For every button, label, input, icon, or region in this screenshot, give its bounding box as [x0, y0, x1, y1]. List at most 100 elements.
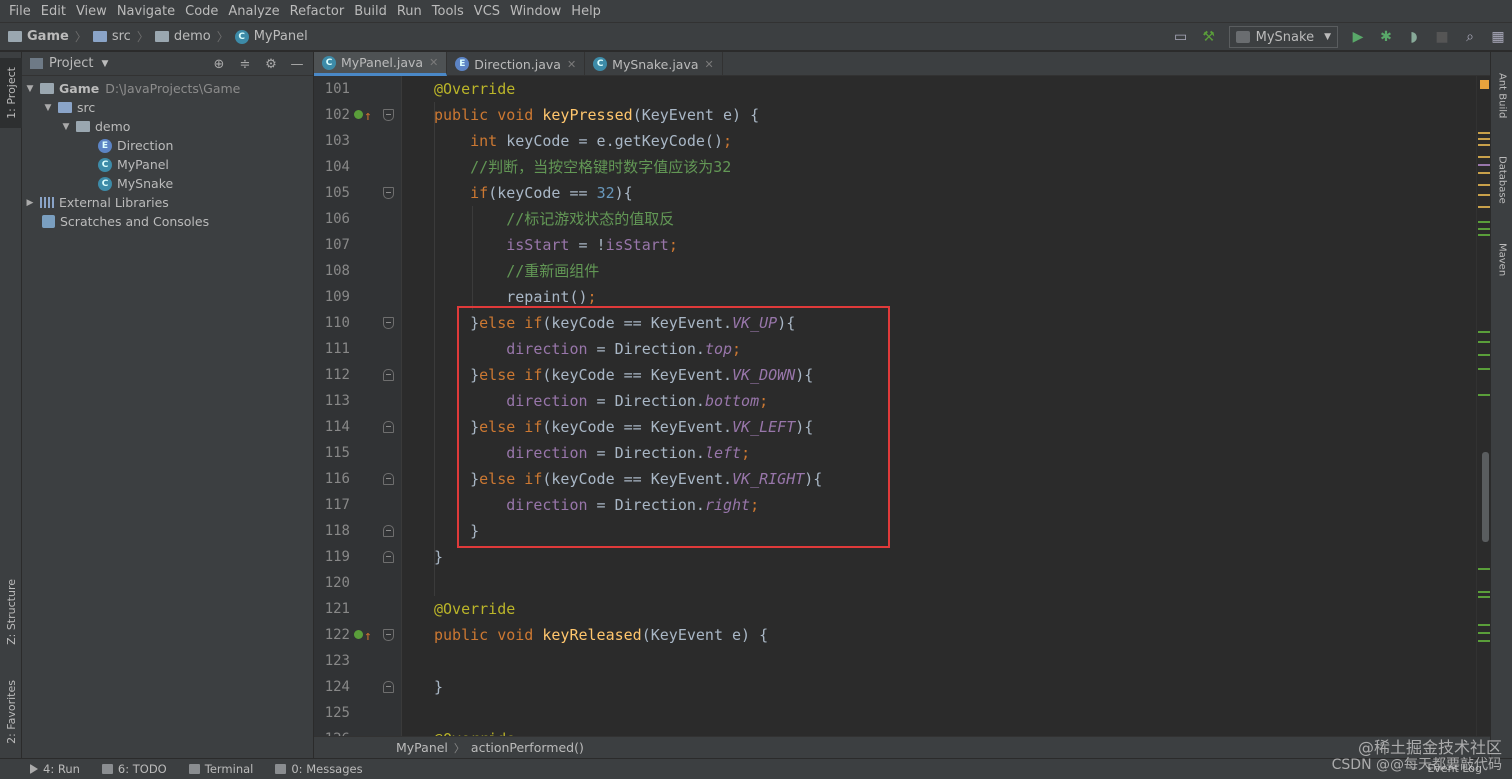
expand-arrow-icon[interactable]: ▼ [42, 103, 54, 113]
fold-icon[interactable] [383, 551, 394, 563]
tree-item-direction[interactable]: E Direction [22, 136, 313, 155]
error-stripe-mark[interactable] [1478, 164, 1490, 166]
tree-item-game[interactable]: ▼ Game D:\JavaProjects\Game [22, 79, 313, 98]
change-stripe-mark[interactable] [1478, 221, 1490, 223]
crumb-src[interactable]: src 〉 [92, 28, 149, 45]
run-tool-button[interactable]: 4: Run [30, 762, 80, 776]
error-stripe-mark[interactable] [1478, 156, 1490, 158]
run-icon[interactable]: ▶ [1347, 26, 1369, 48]
menu-refactor[interactable]: Refactor [285, 4, 350, 19]
fold-icon[interactable] [383, 681, 394, 693]
close-icon[interactable]: ✕ [567, 58, 576, 71]
terminal-tool-button[interactable]: Terminal [188, 762, 253, 776]
search-icon[interactable]: ⌕ [1459, 26, 1481, 48]
fold-icon[interactable] [383, 525, 394, 537]
close-icon[interactable]: ✕ [429, 56, 438, 69]
tree-item-demo[interactable]: ▼ demo [22, 117, 313, 136]
change-stripe-mark[interactable] [1478, 596, 1490, 598]
change-stripe-mark[interactable] [1478, 640, 1490, 642]
fold-icon[interactable] [383, 109, 394, 121]
expand-arrow-icon[interactable]: ▼ [24, 84, 36, 94]
implements-marker-icon[interactable] [354, 630, 363, 639]
error-stripe-mark[interactable] [1478, 132, 1490, 134]
change-stripe-mark[interactable] [1478, 368, 1490, 370]
scrollbar-thumb[interactable] [1482, 452, 1489, 542]
menu-vcs[interactable]: VCS [469, 4, 505, 19]
fold-icon[interactable] [383, 421, 394, 433]
error-stripe-mark[interactable] [1478, 172, 1490, 174]
tool-tab-favorites[interactable]: 2: Favorites [0, 672, 22, 752]
stop-icon[interactable]: ■ [1431, 26, 1453, 48]
build-hammer-icon[interactable]: ⚒ [1198, 26, 1220, 48]
breadcrumb-class[interactable]: MyPanel [396, 740, 448, 755]
change-stripe-mark[interactable] [1478, 591, 1490, 593]
crumb-package[interactable]: demo 〉 [154, 28, 229, 45]
crumb-file[interactable]: C MyPanel [234, 29, 308, 44]
tab-mysnake[interactable]: C MySnake.java ✕ [585, 52, 723, 76]
expand-arrow-icon[interactable]: ▼ [60, 122, 72, 132]
run-configuration-select[interactable]: MySnake ▼ [1228, 26, 1338, 48]
fold-icon[interactable] [383, 317, 394, 329]
change-stripe-mark[interactable] [1478, 228, 1490, 230]
change-stripe-mark[interactable] [1478, 331, 1490, 333]
error-stripe-mark[interactable] [1478, 144, 1490, 146]
tool-tab-structure[interactable]: Z: Structure [0, 572, 22, 652]
structure-icon[interactable]: ▦ [1487, 26, 1509, 48]
error-stripe-mark[interactable] [1478, 184, 1490, 186]
gear-icon[interactable]: ⚙ [261, 57, 281, 72]
menu-window[interactable]: Window [505, 4, 566, 19]
menu-analyze[interactable]: Analyze [223, 4, 284, 19]
layout-icon[interactable]: ▭ [1170, 26, 1192, 48]
change-stripe-mark[interactable] [1478, 394, 1490, 396]
menu-run[interactable]: Run [392, 4, 427, 19]
tab-mypanel[interactable]: C MyPanel.java ✕ [314, 52, 448, 76]
fold-icon[interactable] [383, 473, 394, 485]
change-stripe-mark[interactable] [1478, 354, 1490, 356]
expand-arrow-icon[interactable]: ▶ [24, 198, 36, 208]
fold-icon[interactable] [383, 187, 394, 199]
chevron-down-icon[interactable]: ▼ [101, 59, 108, 69]
error-stripe-mark[interactable] [1478, 206, 1490, 208]
breadcrumb-method[interactable]: actionPerformed() [471, 740, 584, 755]
minimize-icon[interactable]: — [287, 57, 307, 72]
editor-scrollbar[interactable] [1476, 76, 1490, 736]
coverage-icon[interactable]: ◗ [1403, 26, 1425, 48]
menu-tools[interactable]: Tools [427, 4, 469, 19]
change-stripe-mark[interactable] [1478, 632, 1490, 634]
change-stripe-mark[interactable] [1478, 624, 1490, 626]
crumb-project[interactable]: Game 〉 [8, 28, 87, 45]
tree-item-scratches[interactable]: Scratches and Consoles [22, 212, 313, 231]
tree-item-mypanel[interactable]: C MyPanel [22, 155, 313, 174]
fold-icon[interactable] [383, 629, 394, 641]
menu-build[interactable]: Build [349, 4, 392, 19]
menu-help[interactable]: Help [566, 4, 606, 19]
implements-marker-icon[interactable] [354, 110, 363, 119]
todo-tool-button[interactable]: 6: TODO [101, 762, 167, 776]
menu-file[interactable]: File [4, 4, 36, 19]
close-icon[interactable]: ✕ [705, 58, 714, 71]
fold-icon[interactable] [383, 369, 394, 381]
tool-tab-database[interactable]: Database [1491, 148, 1512, 212]
menu-navigate[interactable]: Navigate [112, 4, 180, 19]
change-stripe-mark[interactable] [1478, 568, 1490, 570]
tab-direction[interactable]: E Direction.java ✕ [447, 52, 586, 76]
menu-edit[interactable]: Edit [36, 4, 71, 19]
menu-view[interactable]: View [71, 4, 112, 19]
warning-indicator-icon[interactable] [1480, 80, 1489, 89]
messages-tool-button[interactable]: 0: Messages [275, 762, 363, 776]
error-stripe-mark[interactable] [1478, 194, 1490, 196]
error-stripe-mark[interactable] [1478, 138, 1490, 140]
tool-tab-maven[interactable]: Maven [1491, 232, 1512, 288]
tree-item-external-libraries[interactable]: ▶ External Libraries [22, 193, 313, 212]
change-stripe-mark[interactable] [1478, 234, 1490, 236]
collapse-all-icon[interactable]: ≑ [235, 57, 255, 72]
debug-bug-icon[interactable]: ✱ [1375, 26, 1397, 48]
locate-icon[interactable]: ⊕ [209, 57, 229, 72]
project-view-select[interactable]: Project [49, 56, 93, 71]
change-stripe-mark[interactable] [1478, 341, 1490, 343]
tool-tab-ant-build[interactable]: Ant Build [1491, 60, 1512, 132]
tree-item-mysnake[interactable]: C MySnake [22, 174, 313, 193]
menu-code[interactable]: Code [180, 4, 223, 19]
tree-item-src[interactable]: ▼ src [22, 98, 313, 117]
tool-tab-project[interactable]: 1: Project [0, 58, 22, 128]
